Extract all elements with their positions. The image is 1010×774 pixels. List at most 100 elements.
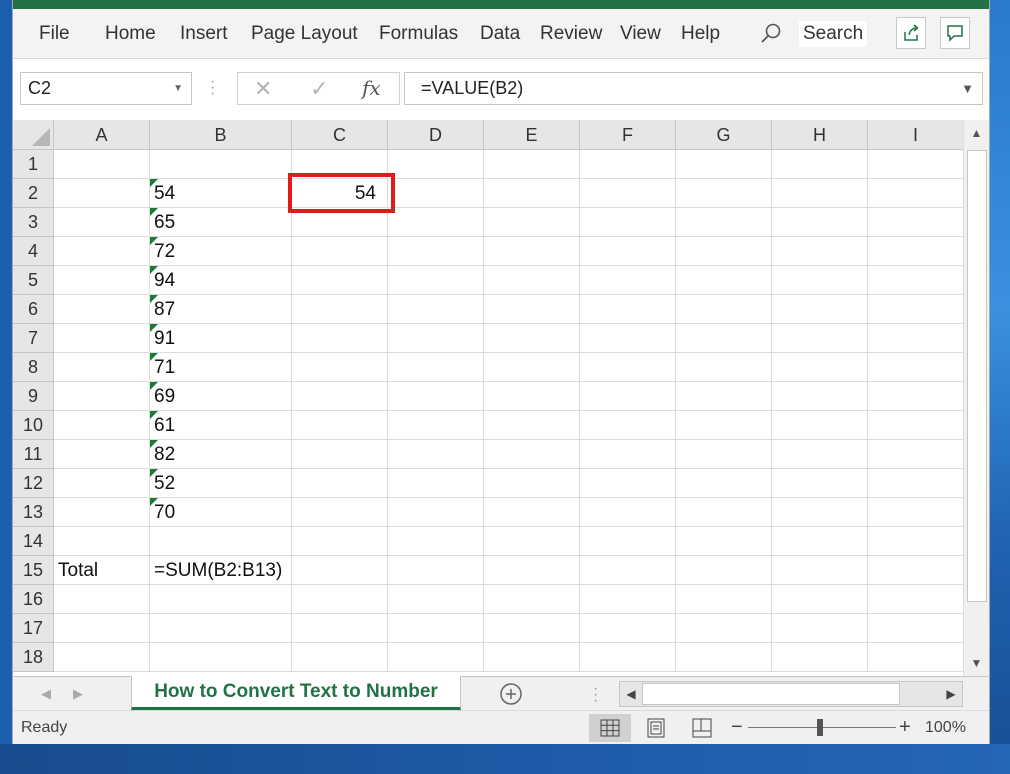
- grid-cell[interactable]: [292, 440, 388, 469]
- share-button[interactable]: [896, 17, 926, 49]
- grid-cell[interactable]: [54, 237, 150, 266]
- grid-cell[interactable]: [292, 411, 388, 440]
- grid-cell[interactable]: [388, 179, 484, 208]
- grid-cell[interactable]: [868, 324, 963, 353]
- row-header-3[interactable]: 3: [13, 208, 54, 237]
- check-icon[interactable]: ✓: [310, 73, 328, 104]
- column-header-d[interactable]: D: [388, 120, 484, 150]
- grid-cell[interactable]: [292, 353, 388, 382]
- zoom-slider-thumb[interactable]: [817, 719, 823, 736]
- grid-cell[interactable]: [580, 643, 676, 672]
- chevron-down-icon[interactable]: ▼: [173, 73, 183, 104]
- grid-cell[interactable]: [772, 237, 868, 266]
- grid-cell[interactable]: [580, 411, 676, 440]
- grid-cell[interactable]: [868, 295, 963, 324]
- column-header-c[interactable]: C: [292, 120, 388, 150]
- row-header-11[interactable]: 11: [13, 440, 54, 469]
- grid-cell[interactable]: [580, 614, 676, 643]
- grid-cell[interactable]: [868, 556, 963, 585]
- grid-cell[interactable]: [676, 150, 772, 179]
- grid-cell[interactable]: [580, 150, 676, 179]
- grid-cell[interactable]: [388, 295, 484, 324]
- tab-splitter-grip[interactable]: · · ·: [593, 681, 598, 709]
- grid-cell[interactable]: [484, 208, 580, 237]
- grid-cell[interactable]: [54, 179, 150, 208]
- row-header-17[interactable]: 17: [13, 614, 54, 643]
- row-header-12[interactable]: 12: [13, 469, 54, 498]
- tab-home[interactable]: Home: [105, 23, 156, 45]
- normal-view-button[interactable]: [589, 714, 631, 742]
- grid-cell[interactable]: [580, 440, 676, 469]
- grid-cell[interactable]: [54, 614, 150, 643]
- grid-cell[interactable]: [388, 643, 484, 672]
- grid-cell[interactable]: [54, 150, 150, 179]
- grid-cell[interactable]: [676, 614, 772, 643]
- grid-cell[interactable]: [388, 498, 484, 527]
- grid-cell[interactable]: [868, 585, 963, 614]
- cell-b7[interactable]: 91: [150, 324, 292, 353]
- previous-sheet-icon[interactable]: ◀: [41, 677, 51, 711]
- grid-cell[interactable]: [580, 556, 676, 585]
- grid-cell[interactable]: [388, 527, 484, 556]
- horizontal-scroll-thumb[interactable]: [642, 683, 900, 705]
- grid-cell[interactable]: [484, 498, 580, 527]
- grid-cell[interactable]: [676, 353, 772, 382]
- grid-cell[interactable]: [292, 266, 388, 295]
- zoom-out-button[interactable]: −: [731, 711, 743, 743]
- grid-cell[interactable]: [292, 498, 388, 527]
- expand-formula-bar-icon[interactable]: ▼: [961, 73, 974, 104]
- cell-b4[interactable]: 72: [150, 237, 292, 266]
- grid-cell[interactable]: [772, 150, 868, 179]
- grid-cell[interactable]: [580, 585, 676, 614]
- grid-cell[interactable]: [484, 469, 580, 498]
- grid-cell[interactable]: [292, 585, 388, 614]
- grid-cell[interactable]: [676, 295, 772, 324]
- row-header-6[interactable]: 6: [13, 295, 54, 324]
- grid-cell[interactable]: [868, 382, 963, 411]
- grid-cell[interactable]: [292, 324, 388, 353]
- comments-button[interactable]: [940, 17, 970, 49]
- grid-cell[interactable]: [54, 527, 150, 556]
- grid-cell[interactable]: [772, 295, 868, 324]
- row-header-8[interactable]: 8: [13, 353, 54, 382]
- grid-cell[interactable]: [54, 295, 150, 324]
- grid-cell[interactable]: [484, 353, 580, 382]
- column-header-f[interactable]: F: [580, 120, 676, 150]
- sheet-tab-active[interactable]: How to Convert Text to Number: [131, 676, 461, 710]
- horizontal-scrollbar[interactable]: ◀ ▶: [619, 681, 963, 707]
- grid-cell[interactable]: [676, 266, 772, 295]
- formula-bar-grip[interactable]: · · ·: [210, 74, 216, 102]
- tab-insert[interactable]: Insert: [180, 23, 228, 45]
- grid-cell[interactable]: [484, 411, 580, 440]
- grid-cell[interactable]: [580, 353, 676, 382]
- grid-cell[interactable]: [388, 556, 484, 585]
- row-header-16[interactable]: 16: [13, 585, 54, 614]
- grid-cell[interactable]: [676, 556, 772, 585]
- grid-cell[interactable]: [292, 614, 388, 643]
- page-layout-view-button[interactable]: [635, 714, 677, 742]
- grid-cell[interactable]: [772, 585, 868, 614]
- row-header-1[interactable]: 1: [13, 150, 54, 179]
- grid-cell[interactable]: [292, 295, 388, 324]
- column-header-g[interactable]: G: [676, 120, 772, 150]
- grid-cell[interactable]: [388, 614, 484, 643]
- zoom-in-button[interactable]: +: [899, 711, 911, 743]
- grid-cell[interactable]: [484, 179, 580, 208]
- cell-b15[interactable]: =SUM(B2:B13): [150, 556, 292, 585]
- vertical-scrollbar[interactable]: ▲ ▼: [963, 120, 989, 676]
- grid-cell[interactable]: [580, 266, 676, 295]
- grid-cell[interactable]: [772, 498, 868, 527]
- row-header-9[interactable]: 9: [13, 382, 54, 411]
- grid-cell[interactable]: [676, 440, 772, 469]
- grid-cell[interactable]: [772, 440, 868, 469]
- grid-cell[interactable]: [676, 643, 772, 672]
- grid-cell[interactable]: [772, 411, 868, 440]
- grid-cell[interactable]: [868, 266, 963, 295]
- grid-cell[interactable]: [54, 266, 150, 295]
- grid-cell[interactable]: [388, 440, 484, 469]
- grid-cell[interactable]: [388, 585, 484, 614]
- grid-cell[interactable]: [484, 237, 580, 266]
- grid-cell[interactable]: [580, 527, 676, 556]
- tab-help[interactable]: Help: [681, 23, 720, 45]
- grid-cell[interactable]: [580, 208, 676, 237]
